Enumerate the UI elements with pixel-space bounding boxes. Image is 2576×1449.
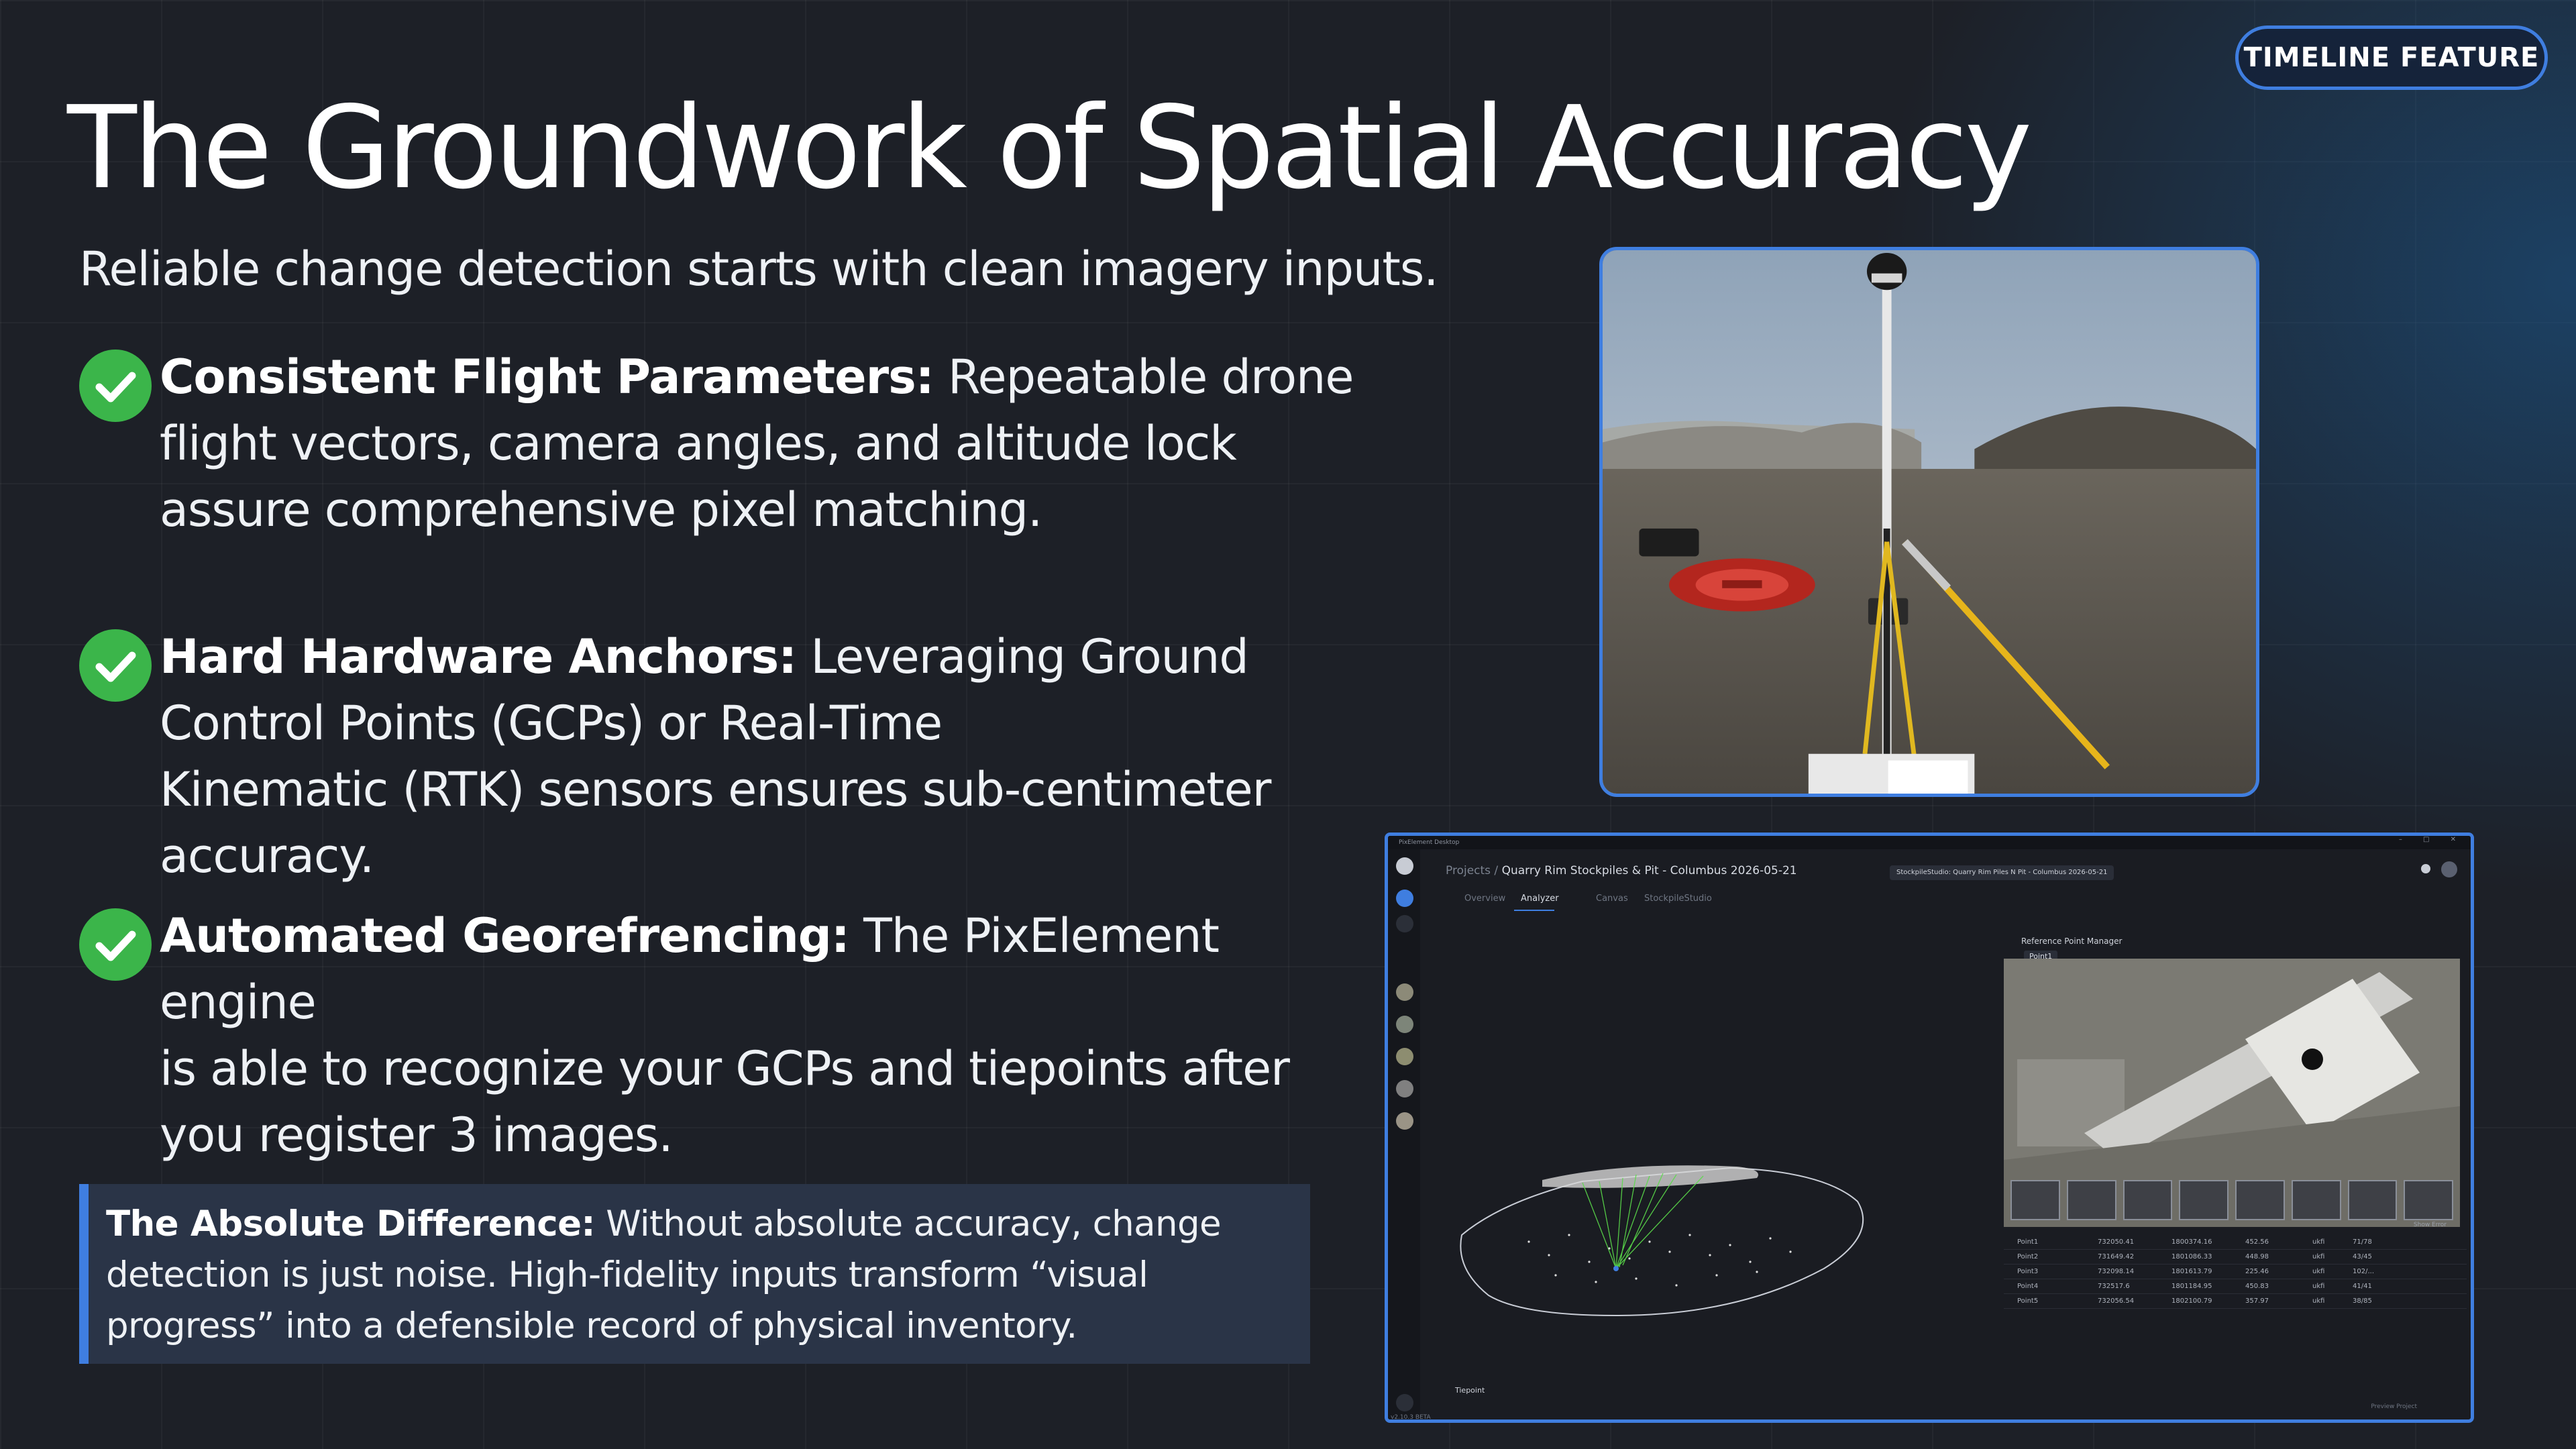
- check-icon: [79, 350, 152, 422]
- table-row[interactable]: Point2 731649.42 1801086.33 448.98 ukfi …: [2004, 1250, 2467, 1265]
- image-thumbnail[interactable]: [2235, 1180, 2285, 1220]
- project-thumb-icon[interactable]: [1396, 1112, 1413, 1130]
- table-row[interactable]: Point4 732517.6 1801184.95 450.83 ukfi 4…: [2004, 1279, 2467, 1294]
- chat-icon[interactable]: [1396, 1394, 1413, 1411]
- image-thumbnail[interactable]: [2291, 1180, 2341, 1220]
- page-title: The Groundwork of Spatial Accuracy: [67, 82, 2032, 215]
- bullet-text: Consistent Flight Parameters: Repeatable…: [160, 350, 1354, 537]
- point-cloud-viewport[interactable]: [1448, 920, 1998, 1403]
- project-thumb-icon[interactable]: [1396, 983, 1413, 1001]
- tab-stockpilestudio[interactable]: StockpileStudio: [1644, 894, 1712, 904]
- avatar[interactable]: [2441, 861, 2457, 877]
- breadcrumb: Projects / Quarry Rim Stockpiles & Pit -…: [1446, 864, 1797, 877]
- app-tabs: Overview Analyzer Canvas StockpileStudio: [1420, 890, 2471, 911]
- image-thumbnail[interactable]: [2066, 1180, 2116, 1220]
- table-row[interactable]: Point1 732050.41 1800374.16 452.56 ukfi …: [2004, 1235, 2467, 1250]
- check-icon: [79, 629, 152, 702]
- show-error-toggle[interactable]: Show Error: [2414, 1222, 2447, 1228]
- reference-points-table: Point1 732050.41 1800374.16 452.56 ukfi …: [2004, 1235, 2467, 1309]
- tab-overview[interactable]: Overview: [1464, 894, 1505, 904]
- panel-title: Reference Point Manager: [2021, 936, 2123, 946]
- folder-icon[interactable]: [1396, 915, 1413, 932]
- image-thumbnail[interactable]: [2010, 1180, 2060, 1220]
- stockpile-chip[interactable]: StockpileStudio: Quarry Rim Piles N Pit …: [1890, 865, 2114, 880]
- timeline-feature-badge: TIMELINE FEATURE: [2235, 25, 2548, 90]
- project-thumb-icon[interactable]: [1396, 1048, 1413, 1065]
- bullet-hardware-anchors: Hard Hardware Anchors: Leveraging Ground…: [79, 624, 1354, 890]
- app-logo-icon: [1396, 857, 1413, 875]
- absolute-difference-callout: The Absolute Difference: Without absolut…: [79, 1184, 1310, 1364]
- preview-project-button[interactable]: Preview Project: [2371, 1403, 2417, 1410]
- add-icon[interactable]: [1396, 890, 1413, 907]
- project-thumb-icon[interactable]: [1396, 1080, 1413, 1097]
- app-titlebar: PixElement Desktop: [1388, 836, 2471, 849]
- table-row[interactable]: Point5 732056.54 1802100.79 357.97 ukfi …: [2004, 1294, 2467, 1309]
- aerial-reference-image[interactable]: [2004, 959, 2460, 1227]
- bullet-text: Hard Hardware Anchors: Leveraging Ground…: [160, 629, 1271, 883]
- table-row[interactable]: Point3 732098.14 1801613.79 225.46 ukfi …: [2004, 1265, 2467, 1279]
- gcp-field-photo: [1599, 247, 2259, 797]
- image-thumbnail[interactable]: [2179, 1180, 2229, 1220]
- tiepoint-tool[interactable]: Tiepoint: [1455, 1386, 1485, 1395]
- tab-analyzer[interactable]: Analyzer: [1521, 894, 1559, 904]
- pixelement-app-window: PixElement Desktop – □ ✕ Projects / Quar…: [1385, 833, 2474, 1423]
- window-controls[interactable]: – □ ✕: [2399, 836, 2465, 843]
- image-thumbnail[interactable]: [2123, 1180, 2173, 1220]
- bullet-flight-parameters: Consistent Flight Parameters: Repeatable…: [79, 344, 1354, 543]
- page-subtitle: Reliable change detection starts with cl…: [79, 241, 1439, 297]
- image-thumbnail[interactable]: [2404, 1180, 2453, 1220]
- tab-canvas[interactable]: Canvas: [1596, 894, 1628, 904]
- app-top-nav: Projects / Quarry Rim Stockpiles & Pit -…: [1420, 849, 2471, 890]
- bullet-automated-georeferencing: Automated Georefrencing: The PixElement …: [79, 903, 1354, 1169]
- check-icon: [79, 908, 152, 981]
- app-left-sidebar: [1388, 849, 1420, 1419]
- bell-icon[interactable]: [2421, 864, 2430, 873]
- image-thumbnail-strip: [2010, 1180, 2453, 1220]
- reference-point-manager: Reference Point Manager Point1 Show Erro…: [2004, 933, 2467, 1419]
- bullet-text: Automated Georefrencing: The PixElement …: [160, 908, 1290, 1163]
- active-tab-indicator: [1514, 910, 1554, 911]
- app-version: v2.10.3 BETA: [1391, 1414, 1431, 1421]
- project-thumb-icon[interactable]: [1396, 1016, 1413, 1033]
- image-thumbnail[interactable]: [2347, 1180, 2398, 1220]
